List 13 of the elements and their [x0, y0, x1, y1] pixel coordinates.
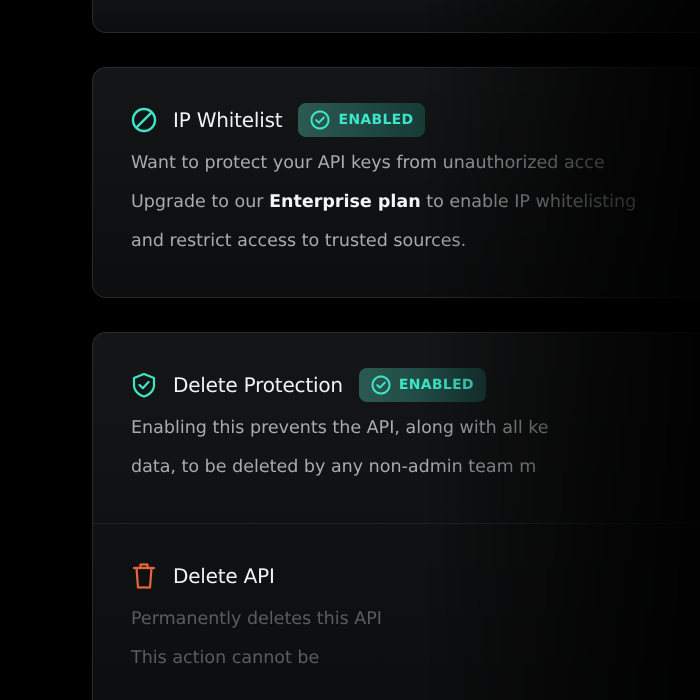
- badge-label: ENABLED: [398, 377, 474, 393]
- block-icon: [131, 107, 157, 133]
- section-title: IP Whitelist: [173, 108, 282, 132]
- badge-label: ENABLED: [338, 112, 414, 128]
- section-description: Enabling this prevents the API, along with all ke data, to be deleted by any non-admin team m: [131, 417, 550, 479]
- shield-check-icon: [131, 372, 157, 398]
- section-description: Want to protect your API keys from unauthorized acce Upgrade to our Enterprise plan to enable IP whitelisting and restrict access to trusted sources.: [131, 152, 638, 253]
- check-circle-icon: [310, 110, 330, 130]
- trash-icon: [131, 562, 157, 590]
- section-description: Permanently deletes this API This action cannot be: [131, 608, 383, 670]
- section-title: Delete API: [173, 564, 275, 588]
- section-title: Delete Protection: [173, 373, 343, 397]
- check-circle-icon: [370, 375, 391, 395]
